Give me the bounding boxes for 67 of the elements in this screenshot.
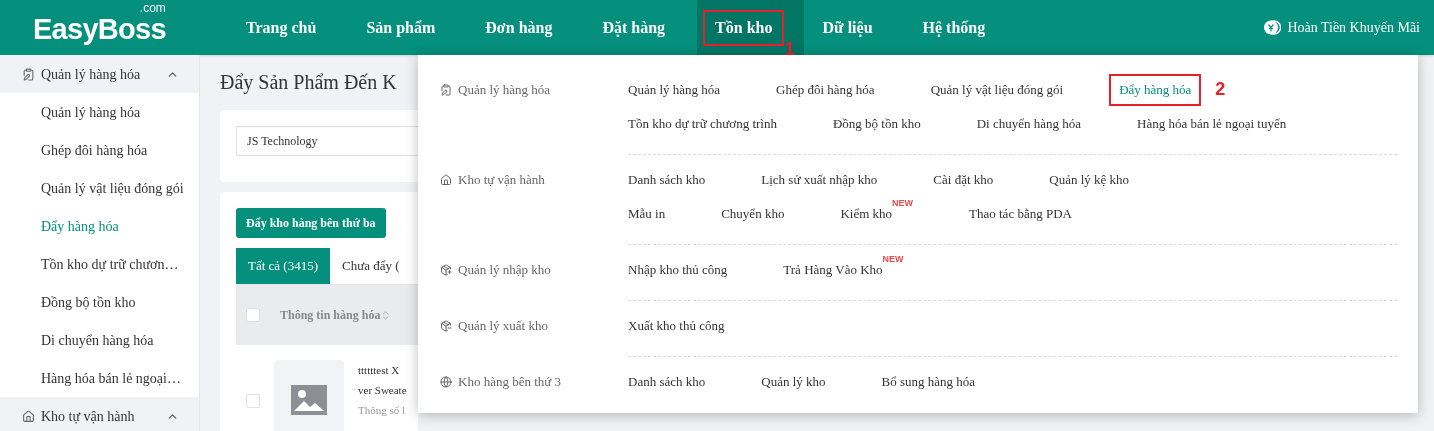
home-icon [440, 174, 452, 186]
sidebar-group-label: Kho tự vận hành [41, 407, 135, 426]
menu-item[interactable]: Danh sách kho [628, 170, 706, 190]
sidebar-item[interactable]: Di chuyển hàng hóa [0, 321, 199, 359]
menu-item[interactable]: Lịch sử xuất nhập kho [761, 170, 878, 190]
image-icon [291, 385, 327, 415]
product-text: ttttttest X [358, 363, 401, 378]
menu-item[interactable]: Tồn kho dự trữ chương trình [628, 114, 777, 134]
sidebar-group[interactable]: Kho tự vận hành [0, 397, 199, 431]
home-icon [22, 409, 35, 423]
page-title: Đẩy Sản Phẩm Đến K [220, 70, 398, 96]
sidebar-group-label: Quản lý hàng hóa [41, 65, 141, 84]
menu-section-label: Quản lý xuất kho [458, 317, 548, 336]
globe-icon [440, 376, 452, 388]
menu-item[interactable]: Xuất kho thủ công [628, 316, 725, 336]
nav-tab[interactable]: Dữ liệu [812, 11, 883, 44]
filter-tab[interactable]: Tất cả (3415) [236, 248, 331, 284]
sidebar-item[interactable]: Hàng hóa bán lẻ ngoại… [0, 359, 199, 397]
nav-tab[interactable]: Hệ thống [912, 11, 996, 44]
menu-item[interactable]: Danh sách kho [628, 372, 706, 392]
menu-item[interactable]: Bổ sung hàng hóa [881, 372, 976, 392]
menu-item[interactable]: Ghép đôi hàng hóa [776, 80, 875, 100]
checkbox[interactable] [246, 394, 260, 408]
push-button[interactable]: Đẩy kho hàng bên thứ ba [236, 208, 386, 238]
sidebar-item[interactable]: Ghép đôi hàng hóa [0, 131, 199, 169]
product-text: ver Sweate [358, 383, 407, 398]
menu-item[interactable]: Thao tác bằng PDA [969, 204, 1072, 224]
menu-section-label: Quản lý hàng hóa [458, 81, 551, 100]
menu-section-label: Kho tự vận hành [458, 171, 545, 190]
sidebar-item[interactable]: Quản lý hàng hóa [0, 93, 199, 131]
menu-item[interactable]: Quản lý kho [761, 372, 826, 392]
sidebar-item[interactable]: Đồng bộ tồn kho [0, 283, 199, 321]
menu-item[interactable]: Cài đặt kho [933, 170, 994, 190]
new-label: NEW [882, 255, 904, 265]
nav-tab[interactable]: Đặt hàng [592, 11, 676, 44]
logo-suffix: .com [139, 2, 166, 14]
menu-item[interactable]: Nhập kho thủ công [628, 260, 728, 280]
coin-icon [1264, 20, 1282, 35]
menu-item[interactable]: Đồng bộ tồn kho [832, 114, 921, 134]
sidebar-group[interactable]: Quản lý hàng hóa [0, 55, 199, 93]
menu-item[interactable]: Quản lý kệ kho [1049, 170, 1130, 190]
nav-tab[interactable]: Đơn hàng [475, 11, 563, 44]
menu-item[interactable]: Mẫu in [628, 204, 666, 224]
clipboard-icon [22, 67, 35, 81]
promo-link[interactable]: Hoàn Tiền Khuyến Mãi [1287, 17, 1420, 38]
new-label: NEW [892, 199, 914, 209]
menu-item[interactable]: Hàng hóa bán lẻ ngoại tuyến [1137, 114, 1287, 134]
checkbox[interactable] [246, 308, 260, 322]
menu-item[interactable]: Quản lý vật liệu đóng gói [930, 80, 1064, 100]
menu-section-label: Quản lý nhập kho [458, 261, 551, 280]
box-in-icon [440, 264, 452, 276]
clipboard-icon [440, 84, 452, 96]
step-number: 1 [784, 39, 795, 58]
shop-select[interactable]: JS Technology [236, 126, 418, 156]
sidebar-item[interactable]: Đẩy hàng hóa [0, 207, 199, 245]
sidebar-item[interactable]: Tồn kho dự trữ chươn… [0, 245, 199, 283]
box-out-icon [440, 320, 452, 332]
nav-tab[interactable]: Sản phẩm [356, 11, 446, 44]
menu-item[interactable]: Di chuyển hàng hóa [976, 114, 1082, 134]
menu-item[interactable]: Quản lý hàng hóa [628, 80, 721, 100]
sidebar-item[interactable]: Quản lý vật liệu đóng gói [0, 169, 199, 207]
product-text: Thông số l [358, 403, 407, 418]
logo: EasyBoss [33, 15, 166, 44]
menu-section-label: Kho hàng bên thứ 3 [458, 373, 562, 392]
step-number: 2 [1215, 80, 1226, 99]
menu-item[interactable]: Chuyển kho [721, 204, 785, 224]
nav-tab[interactable]: Trang chủ [236, 11, 327, 44]
